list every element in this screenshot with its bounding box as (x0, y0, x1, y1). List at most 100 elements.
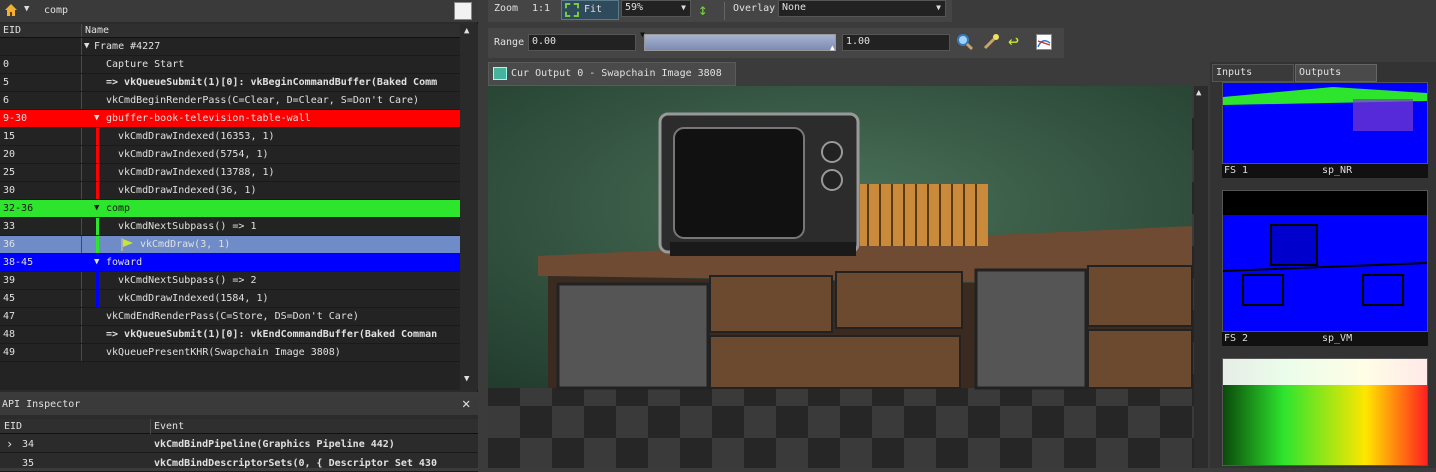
tree-row[interactable]: 6 vkCmdBeginRenderPass(C=Clear, D=Clear,… (0, 92, 460, 110)
tree-row-label: comp (106, 203, 131, 214)
api-inspector-header: EID Event (0, 419, 478, 434)
rendered-scene-image (488, 86, 1194, 468)
tree-row[interactable]: 47 vkCmdEndRenderPass(C=Store, DS=Don't … (0, 308, 460, 326)
thumbnail-fs1[interactable] (1222, 82, 1428, 164)
chevron-down-icon[interactable]: ▼ (24, 4, 29, 14)
chevron-down-icon: ▼ (936, 3, 941, 12)
tree-row-label: vkCmdDraw(3, 1) (140, 239, 231, 250)
overlay-label: Overlay (733, 3, 776, 14)
scroll-down-icon[interactable]: ▼ (464, 374, 469, 384)
col-eid-header[interactable]: EID (4, 421, 22, 432)
event-browser-toolbar: ▼ comp (0, 0, 478, 22)
chevron-down-icon: ▼ (681, 3, 686, 12)
thumbnail-fs1-image (1223, 83, 1427, 163)
tree-row-label: vkQueuePresentKHR(Swapchain Image 3808) (106, 347, 341, 358)
overlay-select[interactable]: None ▼ (778, 0, 946, 17)
range-max-input[interactable]: 1.00 (842, 34, 950, 51)
tree-row-label: => vkQueueSubmit(1)[0]: vkEndCommandBuff… (106, 329, 438, 340)
tab-outputs[interactable]: Outputs (1295, 64, 1377, 82)
zoom-select[interactable]: 59% ▼ (621, 0, 691, 17)
range-slider[interactable] (644, 34, 836, 51)
tree-row[interactable]: 39 vkCmdNextSubpass() => 2 (0, 272, 460, 290)
viewport-scrollbar[interactable]: ▲ (1194, 86, 1208, 468)
tree-row[interactable]: 48 => vkQueueSubmit(1)[0]: vkEndCommandB… (0, 326, 460, 344)
tree-row-label: => vkQueueSubmit(1)[0]: vkBeginCommandBu… (106, 77, 438, 88)
range-min-input[interactable]: 0.00 (528, 34, 636, 51)
tree-row-label: Frame #4227 (94, 41, 161, 52)
reset-range-icon[interactable]: ↩ (1008, 31, 1019, 52)
tree-row-selected[interactable]: 36 vkCmdDraw(3, 1) (0, 236, 460, 254)
range-handle-right[interactable]: ▲ (830, 43, 835, 52)
event-tree-header: EID Name (0, 24, 460, 38)
event-tree-scrollbar[interactable]: ▲ ▼ (460, 24, 478, 390)
tree-row-label: vkCmdBeginRenderPass(C=Clear, D=Clear, S… (106, 95, 420, 106)
edit-icon[interactable] (454, 2, 472, 20)
fit-icon (565, 3, 579, 17)
tree-row-label: foward (106, 257, 143, 268)
thumbnail-fs2-image (1223, 191, 1427, 331)
tree-row[interactable]: 30 vkCmdDrawIndexed(36, 1) (0, 182, 460, 200)
range-label: Range (494, 37, 525, 48)
tree-row[interactable]: 5 => vkQueueSubmit(1)[0]: vkBeginCommand… (0, 74, 460, 92)
tree-row-label: vkCmdDrawIndexed(36, 1) (118, 185, 257, 196)
col-name-header[interactable]: Name (85, 25, 460, 36)
texture-viewport[interactable] (488, 86, 1194, 468)
thumbnail-depth-image (1223, 359, 1427, 465)
zoom-toolbar: Zoom 1:1 Fit 59% ▼ ↕ Overlay None ▼ (488, 0, 952, 22)
api-inspector-titlebar: API Inspector ✕ (0, 395, 478, 415)
chevron-down-icon[interactable]: ▼ (94, 113, 99, 123)
tab-current-output[interactable]: Cur Output 0 - Swapchain Image 3808 (488, 62, 736, 86)
zoom-1-1-button[interactable]: 1:1 (532, 3, 550, 14)
tree-row[interactable]: 15 vkCmdDrawIndexed(16353, 1) (0, 128, 460, 146)
histogram-icon[interactable] (1036, 34, 1052, 50)
api-row[interactable]: 35 vkCmdBindDescriptorSets(0, { Descript… (0, 455, 478, 472)
fit-button[interactable]: Fit (561, 0, 619, 20)
tree-row[interactable]: 33 vkCmdNextSubpass() => 1 (0, 218, 460, 236)
tree-row-marker[interactable]: 32-36 ▼ comp (0, 200, 460, 218)
tree-row[interactable]: 25 vkCmdDrawIndexed(13788, 1) (0, 164, 460, 182)
range-toolbar: Range 0.00 ▼ ▲ 1.00 ↩ (488, 28, 1064, 58)
tree-row-label: gbuffer-book-television-table-wall (106, 113, 311, 124)
col-eid-header[interactable]: EID (3, 25, 79, 36)
tree-row-label: vkCmdDrawIndexed(5754, 1) (118, 149, 269, 160)
tree-row[interactable]: 49 vkQueuePresentKHR(Swapchain Image 380… (0, 344, 460, 362)
col-event-header[interactable]: Event (154, 421, 184, 432)
image-icon (493, 67, 507, 80)
tree-row-label: vkCmdEndRenderPass(C=Store, DS=Don't Car… (106, 311, 359, 322)
magnifier-icon[interactable] (956, 33, 974, 54)
tree-row[interactable]: 20 vkCmdDrawIndexed(5754, 1) (0, 146, 460, 164)
tree-row-label: vkCmdDrawIndexed(1584, 1) (118, 293, 269, 304)
thumbnail-fs1-label: FS 1 sp_NR (1222, 164, 1428, 178)
tree-row-label: vkCmdNextSubpass() => 2 (118, 275, 257, 286)
home-icon[interactable] (4, 3, 18, 17)
filter-text[interactable]: comp (44, 5, 68, 16)
chevron-down-icon[interactable]: ▼ (84, 41, 89, 51)
tree-row-marker[interactable]: 38-45 ▼ foward (0, 254, 460, 272)
event-tree: EID Name ▼ Frame #4227 0 Capture Start 5… (0, 24, 460, 390)
tree-row-marker[interactable]: 9-30 ▼ gbuffer-book-television-table-wal… (0, 110, 460, 128)
tree-row-label: vkCmdDrawIndexed(13788, 1) (118, 167, 275, 178)
range-handle-left[interactable]: ▼ (640, 30, 645, 39)
flag-icon (120, 238, 134, 254)
tree-row-label: vkCmdDrawIndexed(16353, 1) (118, 131, 275, 142)
scroll-up-icon[interactable]: ▲ (1196, 88, 1201, 98)
thumbnail-depth[interactable] (1222, 358, 1428, 466)
tree-row[interactable]: 0 Capture Start (0, 56, 460, 74)
wand-icon[interactable] (982, 33, 1000, 54)
chevron-right-icon[interactable]: › (6, 437, 13, 451)
tree-row[interactable]: 45 vkCmdDrawIndexed(1584, 1) (0, 290, 460, 308)
tree-row-label: vkCmdNextSubpass() => 1 (118, 221, 257, 232)
tree-row[interactable]: ▼ Frame #4227 (0, 38, 460, 56)
flip-vertical-icon[interactable]: ↕ (698, 0, 708, 19)
chevron-down-icon[interactable]: ▼ (94, 203, 99, 213)
panel-title: API Inspector (2, 399, 81, 410)
tab-inputs[interactable]: Inputs (1212, 64, 1294, 82)
zoom-label: Zoom (494, 3, 519, 14)
thumbnail-fs2-label: FS 2 sp_VM (1222, 332, 1428, 346)
chevron-down-icon[interactable]: ▼ (94, 257, 99, 267)
api-row[interactable]: › 34 vkCmdBindPipeline(Graphics Pipeline… (0, 436, 478, 453)
tree-row-label: Capture Start (106, 59, 185, 70)
close-icon[interactable]: ✕ (462, 396, 470, 412)
scroll-up-icon[interactable]: ▲ (464, 26, 469, 36)
thumbnail-fs2[interactable] (1222, 190, 1428, 332)
